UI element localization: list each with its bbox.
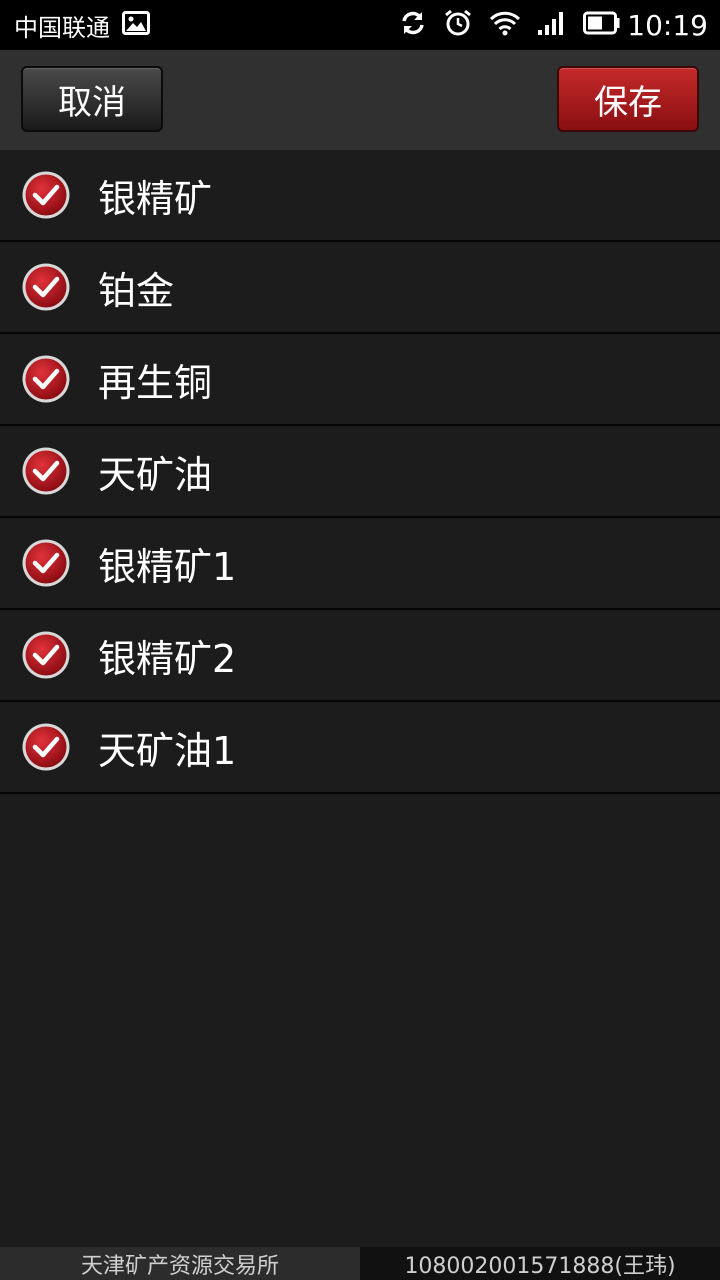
clock: 10:19	[627, 8, 708, 42]
list-item[interactable]: 铂金	[0, 242, 720, 334]
list-item[interactable]: 银精矿2	[0, 610, 720, 702]
checkbox-checked-icon[interactable]	[21, 538, 71, 588]
checkbox-checked-icon[interactable]	[21, 722, 71, 772]
list-item-label: 铂金	[98, 268, 175, 313]
list-item-label: 天矿油	[98, 452, 213, 497]
list-item[interactable]: 银精矿1	[0, 518, 720, 610]
save-button[interactable]: 保存	[557, 66, 699, 132]
status-bar: 中国联通 10:19	[0, 0, 720, 50]
list-item-label: 银精矿	[98, 176, 213, 221]
carrier-name: 中国联通	[14, 13, 110, 42]
list-item-label: 银精矿1	[98, 544, 237, 589]
battery-icon	[583, 11, 621, 39]
image-icon	[122, 11, 150, 39]
checkbox-checked-icon[interactable]	[21, 262, 71, 312]
action-bar: 取消 保存	[0, 50, 720, 150]
alarm-icon	[443, 8, 473, 42]
sync-icon	[399, 9, 427, 41]
footer: 天津矿产资源交易所 108002001571888(王玮)	[0, 1247, 720, 1280]
list-item[interactable]: 银精矿	[0, 150, 720, 242]
checkbox-checked-icon[interactable]	[21, 170, 71, 220]
checkbox-checked-icon[interactable]	[21, 446, 71, 496]
list-item[interactable]: 再生铜	[0, 334, 720, 426]
list-item-label: 再生铜	[98, 360, 213, 405]
commodity-list: 银精矿铂金再生铜天矿油银精矿1 银精矿2 天矿油1	[0, 150, 720, 794]
list-item-label: 天矿油1	[98, 728, 237, 773]
footer-account: 108002001571888(王玮)	[360, 1247, 720, 1280]
footer-exchange-name: 天津矿产资源交易所	[0, 1247, 360, 1280]
signal-icon	[537, 10, 567, 40]
checkbox-checked-icon[interactable]	[21, 354, 71, 404]
list-item[interactable]: 天矿油1	[0, 702, 720, 794]
list-item-label: 银精矿2	[98, 636, 237, 681]
wifi-icon	[489, 10, 521, 40]
checkbox-checked-icon[interactable]	[21, 630, 71, 680]
list-item[interactable]: 天矿油	[0, 426, 720, 518]
cancel-button[interactable]: 取消	[21, 66, 163, 132]
